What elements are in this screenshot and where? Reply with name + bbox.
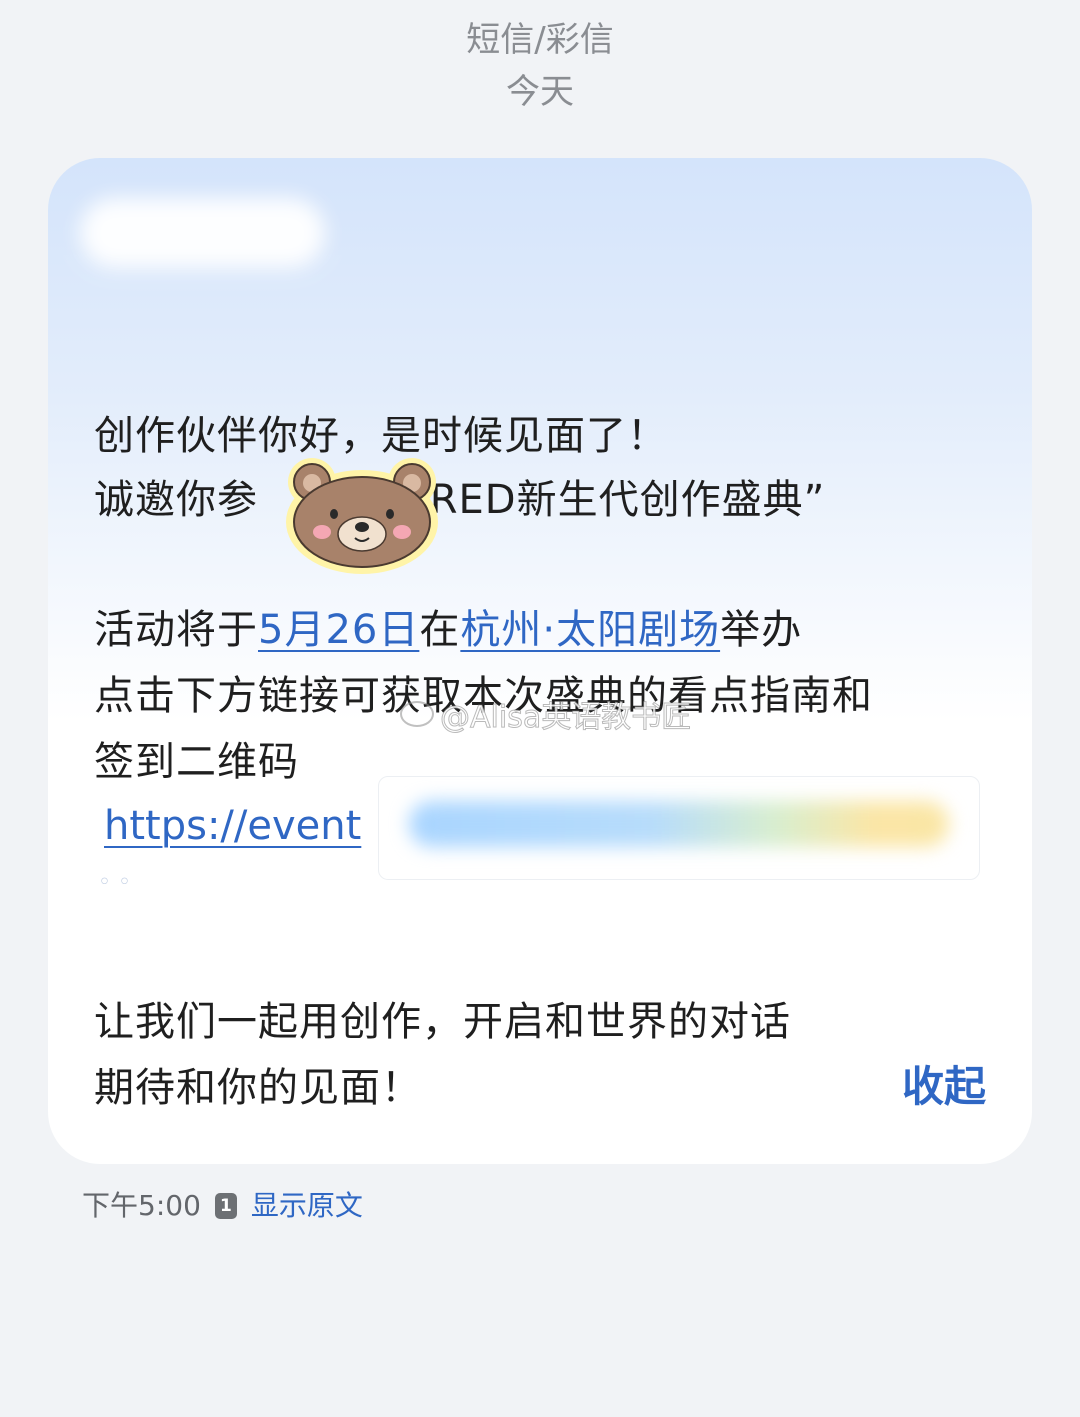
faded-dots: ◦ ◦ — [98, 870, 131, 895]
event-info-mid: 在 — [419, 607, 461, 653]
message-line-closing: 期待和你的见面！ — [94, 1065, 422, 1111]
message-line-qrcode: 签到二维码 — [94, 739, 299, 785]
event-date-link[interactable]: 5月26日 — [258, 607, 419, 653]
event-info-prefix: 活动将于 — [94, 607, 258, 653]
show-original-button[interactable]: 显示原文 — [251, 1186, 363, 1226]
weibo-watermark: @Alisa英语教书匠 — [400, 692, 692, 736]
event-url-row[interactable]: https://event — [104, 798, 361, 854]
url-redacted-panel — [378, 776, 980, 880]
channel-label: 短信/彩信 — [466, 20, 614, 60]
message-line-invite: 诚邀你参 “RED新生代创作盛典” — [94, 472, 825, 528]
watermark-text: @Alisa英语教书匠 — [439, 700, 692, 736]
event-name: “RED新生代创作盛典” — [408, 477, 826, 523]
bear-sticker-icon — [286, 458, 438, 574]
sim-slot-icon: 1 — [214, 1193, 237, 1219]
conversation-header: 短信/彩信 今天 — [0, 14, 1080, 118]
message-line-event-info: 活动将于5月26日在杭州·太阳剧场举办 — [94, 602, 802, 658]
message-time: 下午5:00 — [82, 1189, 201, 1222]
event-url-link[interactable]: https://event — [104, 803, 361, 849]
date-label: 今天 — [506, 72, 574, 112]
collapse-button[interactable]: 收起 — [902, 1059, 986, 1115]
weibo-logo-icon — [400, 701, 434, 727]
event-location-link[interactable]: 杭州·太阳剧场 — [460, 607, 720, 653]
event-info-suffix: 举办 — [720, 607, 803, 653]
message-line-dialogue: 让我们一起用创作，开启和世界的对话 — [94, 999, 791, 1045]
url-redacted-blur — [409, 801, 949, 847]
message-bubble[interactable]: 创作伙伴你好，是时候见面了！ 诚邀你参 “RED新生代创作盛典” 活动将于5月26… — [48, 158, 1032, 1164]
invite-text-start: 诚邀你参 — [94, 477, 258, 523]
sender-redacted-blur — [80, 198, 325, 268]
message-footer: 下午5:00 1 显示原文 — [82, 1186, 363, 1226]
